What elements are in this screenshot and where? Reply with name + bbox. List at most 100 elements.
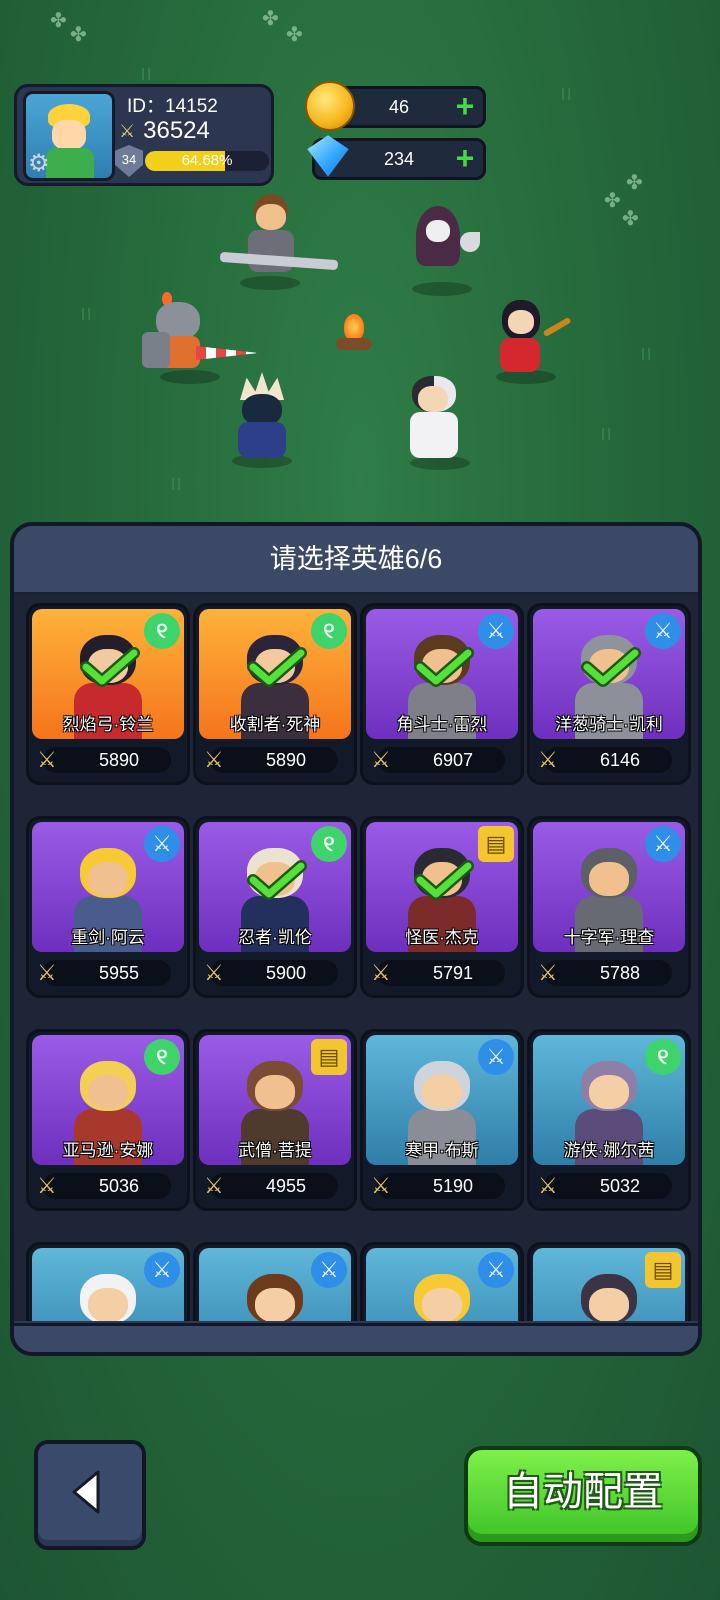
gear-icon[interactable]: ⚙ (28, 152, 50, 176)
hero-name: 怪医·杰克 (405, 928, 479, 947)
hero-card[interactable]: ⚔ 角斗士·雷烈 ⚔ 6907 (360, 603, 524, 785)
diamond-icon (307, 135, 349, 177)
hero-card[interactable]: ୧ 游侠·娜尔茜 ⚔ 5032 (527, 1029, 691, 1211)
hero-figure (571, 1274, 647, 1321)
wind-icon: ୧ (311, 826, 347, 862)
battlefield-hero-archer[interactable] (486, 298, 576, 384)
hero-card[interactable]: ⚔ (360, 1242, 524, 1321)
hero-portrait: ⚔ (366, 1248, 518, 1321)
checkmark-icon (414, 860, 474, 900)
sword-icon: ⚔ (645, 613, 681, 649)
grass-decoration: ıı (170, 470, 183, 495)
sword-icon: ⚔ (478, 1252, 514, 1288)
hero-card[interactable]: ⚔ 寒甲·布斯 ⚔ 5190 (360, 1029, 524, 1211)
hero-power-bar: ⚔ 5955 (37, 960, 171, 986)
hero-power: 5955 (98, 963, 140, 983)
hero-portrait: ⚔ 十字军·理查 (533, 822, 685, 952)
hero-grid[interactable]: ୧ 烈焰弓·铃兰 ⚔ 5890 ୧ 收割者·死神 ⚔ 5890 ⚔ 角斗士·雷烈 ⚔ 6907 ⚔ 洋葱骑… (14, 595, 698, 1321)
hero-name: 角斗士·雷烈 (396, 715, 488, 734)
hero-power-bar: ⚔ 6146 (538, 747, 672, 773)
hero-card[interactable]: ⚔ 十字军·理查 ⚔ 5788 (527, 816, 691, 998)
player-avatar[interactable]: ⚙ (23, 91, 115, 181)
hero-portrait: ୧ 收割者·死神 (199, 609, 351, 739)
battlefield-hero-gladiator[interactable] (219, 192, 340, 292)
hero-card[interactable]: ▤ 武僧·菩提 ⚔ 4955 (193, 1029, 357, 1211)
crossed-swords-icon: ⚔ (371, 747, 391, 772)
hero-power-bar: ⚔ 5890 (37, 747, 171, 773)
auto-configure-label: 自动配置 (503, 1470, 663, 1514)
hero-power: 5890 (265, 750, 307, 770)
hero-power-bar: ⚔ 5788 (538, 960, 672, 986)
hero-portrait: ⚔ 洋葱骑士·凯利 (533, 609, 685, 739)
exp-bar: 64.68% (145, 151, 269, 171)
crossed-swords-icon: ⚔ (37, 747, 57, 772)
hero-power: 5900 (265, 963, 307, 983)
player-panel: ⚙ ID：14152 ⚔ 36524 34 64.68% (14, 84, 274, 186)
hero-card[interactable]: ୧ 忍者·凯伦 ⚔ 5900 (193, 816, 357, 998)
level-badge: 34 (115, 145, 143, 177)
crossed-swords-icon: ⚔ (538, 960, 558, 985)
hero-name: 重剑·阿云 (71, 928, 145, 947)
hero-card[interactable]: ⚔ 洋葱骑士·凯利 ⚔ 6146 (527, 603, 691, 785)
hero-card[interactable]: ⚔ 重剑·阿云 ⚔ 5955 (26, 816, 190, 998)
hero-power-bar: ⚔ 5791 (371, 960, 505, 986)
hero-card[interactable]: ⚔ (26, 1242, 190, 1321)
grass-decoration: ıı (560, 80, 573, 105)
hero-power-bar: ⚔ 5190 (371, 1173, 505, 1199)
hero-portrait: ⚔ (199, 1248, 351, 1321)
crossed-swords-icon: ⚔ (37, 960, 57, 985)
hero-power: 5032 (599, 1176, 641, 1196)
clover-decoration: ✤ (622, 208, 639, 230)
hero-figure (237, 1274, 313, 1321)
grass-decoration: ıı (80, 300, 93, 325)
hero-name: 武僧·菩提 (238, 1141, 312, 1160)
crossed-swords-icon: ⚔ (538, 747, 558, 772)
add-gold-button[interactable]: + (450, 90, 480, 122)
hero-portrait: ୧ 忍者·凯伦 (199, 822, 351, 952)
clover-decoration: ✤ (50, 10, 67, 32)
hero-power: 4955 (265, 1176, 307, 1196)
campfire (334, 314, 374, 358)
hero-power-bar: ⚔ 5032 (538, 1173, 672, 1199)
hero-portrait: ▤ 怪医·杰克 (366, 822, 518, 952)
sword-icon: ⚔ (478, 613, 514, 649)
battlefield-hero-onion-knight[interactable] (140, 292, 260, 384)
crossed-swords-icon: ⚔ (37, 1173, 57, 1198)
hero-card[interactable]: ⚔ (193, 1242, 357, 1321)
crossed-swords-icon: ⚔ (119, 120, 136, 141)
hero-card[interactable]: ୧ 收割者·死神 ⚔ 5890 (193, 603, 357, 785)
battlefield-hero-doctor[interactable] (400, 374, 480, 470)
add-diamond-button[interactable]: + (450, 142, 480, 174)
hero-card[interactable]: ୧ 烈焰弓·铃兰 ⚔ 5890 (26, 603, 190, 785)
diamond-counter: 234 + (307, 135, 486, 180)
hero-power: 5036 (98, 1176, 140, 1196)
hero-name: 亚马逊·安娜 (62, 1141, 154, 1160)
grass-decoration: ıı (600, 420, 613, 445)
sword-icon: ⚔ (311, 1252, 347, 1288)
grass-decoration: ıı (140, 60, 153, 85)
hero-card[interactable]: ୧ 亚马逊·安娜 ⚔ 5036 (26, 1029, 190, 1211)
exp-percent: 64.68% (181, 152, 233, 169)
book-icon: ▤ (645, 1252, 681, 1288)
wind-icon: ୧ (311, 613, 347, 649)
hero-name: 烈焰弓·铃兰 (62, 715, 154, 734)
hero-card[interactable]: ▤ 怪医·杰克 ⚔ 5791 (360, 816, 524, 998)
hero-power-bar: ⚔ 6907 (371, 747, 505, 773)
clover-decoration: ✤ (70, 24, 87, 46)
hero-portrait: ୧ 亚马逊·安娜 (32, 1035, 184, 1165)
battlefield-hero-reaper[interactable] (404, 204, 484, 296)
hero-selection-panel: 请选择英雄6/6 ୧ 烈焰弓·铃兰 ⚔ 5890 ୧ 收割者·死神 ⚔ 5890 ⚔ 角斗士·雷烈… (10, 522, 702, 1356)
hero-card[interactable]: ▤ (527, 1242, 691, 1321)
hero-name: 忍者·凯伦 (238, 928, 312, 947)
sword-icon: ⚔ (478, 1039, 514, 1075)
gold-coin-icon (305, 81, 355, 131)
hero-portrait: ⚔ 角斗士·雷烈 (366, 609, 518, 739)
auto-configure-button[interactable]: 自动配置 (464, 1446, 702, 1546)
selection-header: 请选择英雄6/6 (14, 526, 698, 595)
hero-portrait: ⚔ (32, 1248, 184, 1321)
gold-value: 46 (388, 97, 410, 117)
sword-icon: ⚔ (144, 826, 180, 862)
back-button[interactable] (34, 1440, 146, 1550)
hero-name: 收割者·死神 (229, 715, 321, 734)
battlefield-hero-ninja[interactable] (218, 372, 308, 468)
